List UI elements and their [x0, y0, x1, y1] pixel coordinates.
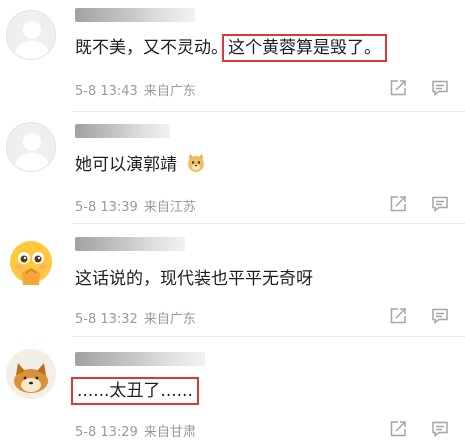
- username-blurred[interactable]: [75, 352, 205, 366]
- comment-date: 5-8 13:43: [75, 84, 138, 99]
- comment-text: ......太丑了......: [71, 377, 199, 405]
- comment-3: 这话说的，现代装也平平无奇呀 5-8 13:32 来自广东: [0, 224, 465, 336]
- username-blurred[interactable]: [75, 8, 195, 22]
- comment-location: 来自广东: [143, 84, 196, 99]
- comment-meta: 5-8 13:39 来自江苏: [75, 196, 196, 215]
- comment-location: 来自江苏: [143, 200, 196, 215]
- comment-meta: 5-8 13:32 来自广东: [75, 308, 196, 327]
- comment-bubble-icon[interactable]: [431, 420, 449, 438]
- share-edit-icon[interactable]: [389, 420, 407, 438]
- avatar-default[interactable]: [6, 122, 56, 172]
- share-edit-icon[interactable]: [389, 195, 407, 213]
- username-blurred[interactable]: [75, 124, 170, 138]
- comment-meta: 5-8 13:43 来自广东: [75, 80, 196, 99]
- comment-bubble-icon[interactable]: [431, 307, 449, 325]
- comment-2: 她可以演郭靖 5-8 13:39 来自江苏: [0, 112, 465, 223]
- highlighted-text: 这个黄蓉算是毁了。: [222, 34, 387, 62]
- comment-bubble-icon[interactable]: [431, 195, 449, 213]
- share-edit-icon[interactable]: [389, 79, 407, 97]
- comment-date: 5-8 13:32: [75, 312, 138, 327]
- highlighted-text: ......太丑了......: [71, 377, 199, 405]
- comment-4: ......太丑了...... 5-8 13:29 来自甘肃: [0, 337, 465, 445]
- comment-location: 来自甘肃: [143, 425, 196, 440]
- comment-text: 既不美，又不灵动。这个黄蓉算是毁了。: [75, 34, 387, 62]
- avatar-default[interactable]: [6, 10, 56, 60]
- comment-date: 5-8 13:39: [75, 200, 138, 215]
- comment-location: 来自广东: [143, 312, 196, 327]
- comment-1: 既不美，又不灵动。这个黄蓉算是毁了。 5-8 13:43 来自广东: [0, 0, 465, 111]
- doge-emoji: [188, 154, 205, 172]
- comment-text: 她可以演郭靖: [75, 153, 206, 176]
- comment-meta: 5-8 13:29 来自甘肃: [75, 421, 196, 440]
- username-blurred[interactable]: [75, 237, 185, 251]
- avatar-emoji[interactable]: [6, 237, 56, 287]
- comment-text: 这话说的，现代装也平平无奇呀: [75, 269, 313, 289]
- avatar-photo[interactable]: [6, 349, 56, 399]
- comment-date: 5-8 13:29: [75, 425, 138, 440]
- share-edit-icon[interactable]: [389, 307, 407, 325]
- comment-bubble-icon[interactable]: [431, 79, 449, 97]
